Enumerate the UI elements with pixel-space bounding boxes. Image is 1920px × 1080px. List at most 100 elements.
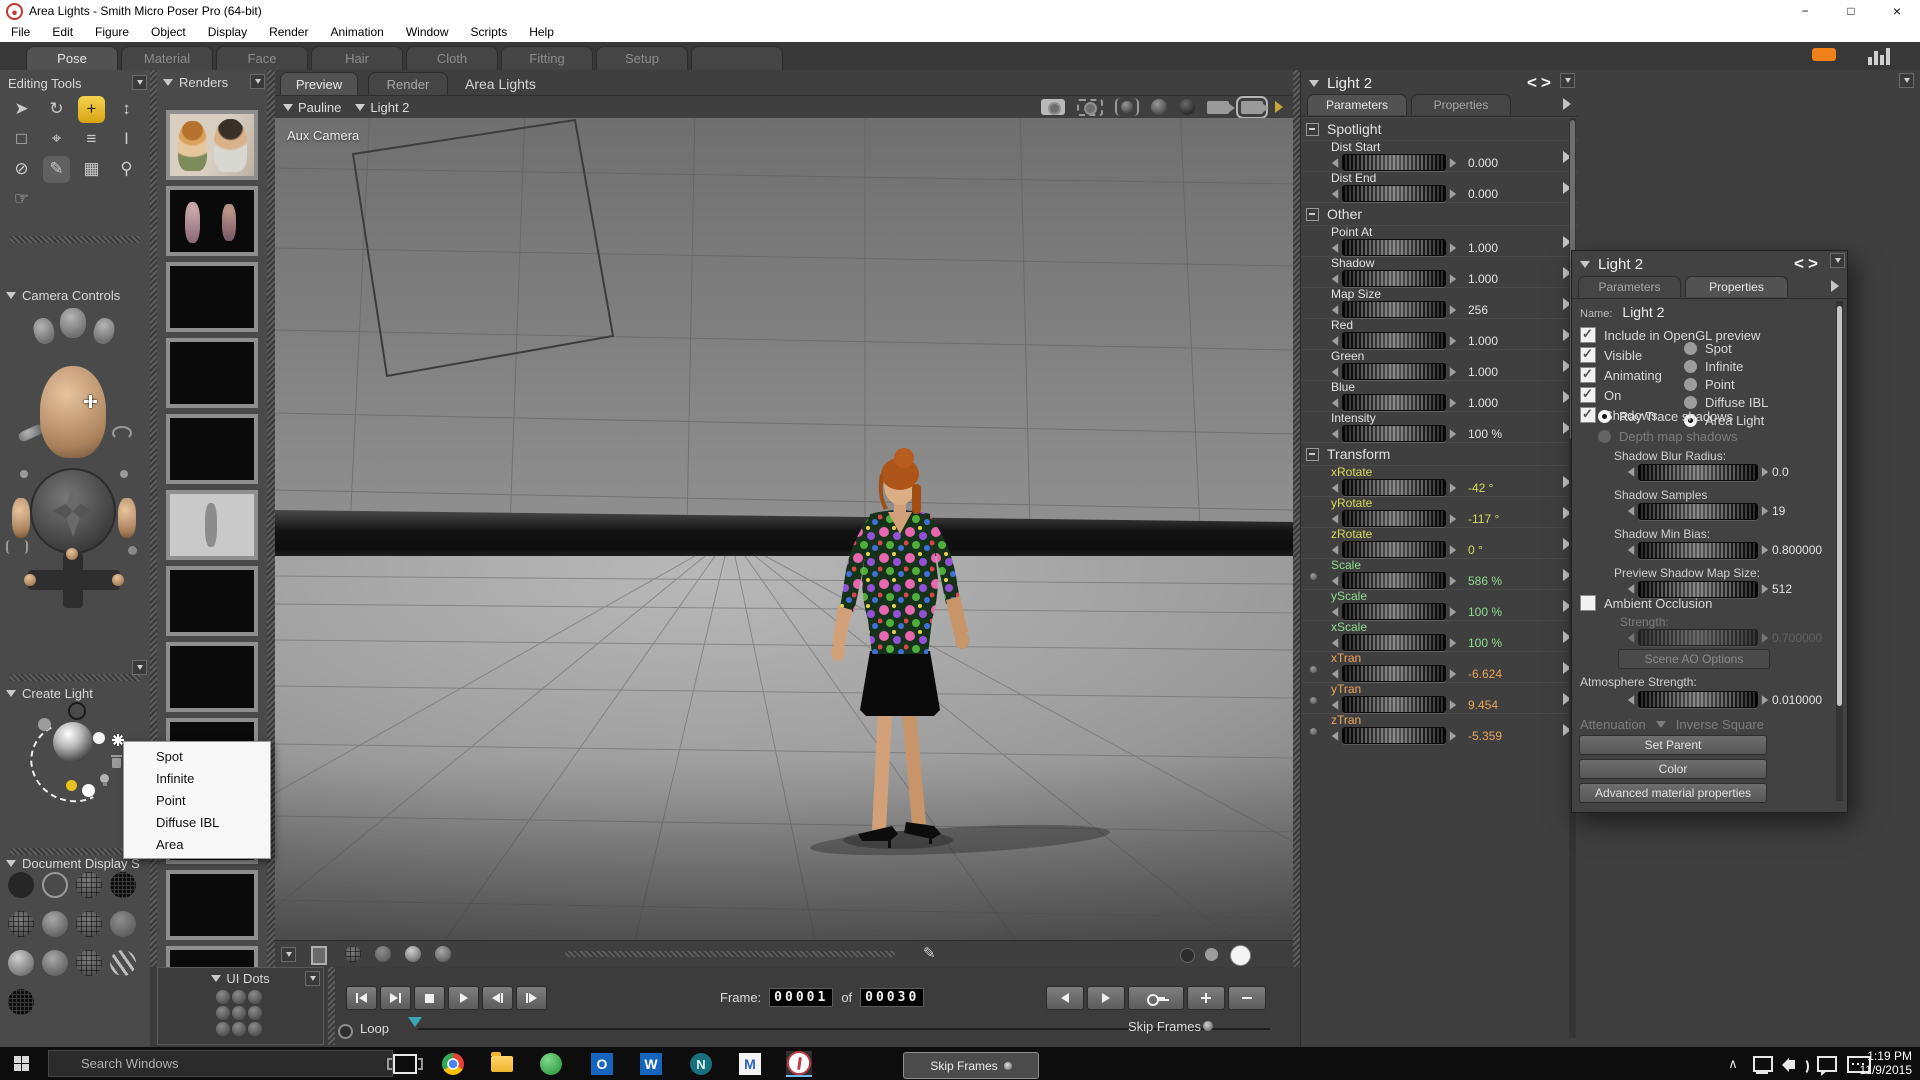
- room-tab[interactable]: Hair: [311, 46, 403, 70]
- window-control-button[interactable]: □: [1828, 0, 1874, 22]
- tab-properties[interactable]: Properties: [1685, 276, 1788, 297]
- parameter-dial[interactable]: [1342, 572, 1446, 589]
- tab-parameters[interactable]: Parameters: [1307, 94, 1407, 115]
- twist-tool[interactable]: ⌖: [43, 126, 70, 153]
- grouping-tool[interactable]: ☞: [8, 186, 35, 213]
- left-hand-camera-icon[interactable]: [31, 316, 57, 346]
- collapse-triangle-icon[interactable]: [1309, 80, 1319, 87]
- increment-arrow[interactable]: [1450, 514, 1456, 524]
- style-flat-shaded-icon[interactable]: [42, 911, 68, 937]
- increment-arrow[interactable]: [1450, 398, 1456, 408]
- mini-style-wire-icon[interactable]: [345, 946, 361, 962]
- style-hidden-line-icon[interactable]: [110, 872, 136, 898]
- render-thumbnail[interactable]: [166, 110, 258, 180]
- decrement-arrow[interactable]: [1332, 607, 1338, 617]
- tab-properties[interactable]: Properties: [1411, 94, 1511, 115]
- style-shadow-map-icon[interactable]: [76, 950, 102, 976]
- increment-arrow[interactable]: [1450, 669, 1456, 679]
- increment-arrow[interactable]: [1762, 695, 1768, 705]
- current-camera-icon[interactable]: [1241, 101, 1263, 114]
- tab-parameters[interactable]: Parameters: [1578, 276, 1681, 297]
- parameter-value[interactable]: 100 %: [1468, 636, 1502, 650]
- checkbox[interactable]: [1580, 407, 1596, 423]
- render-thumbnail[interactable]: [166, 870, 258, 940]
- previous-keyframe-button[interactable]: [1046, 986, 1084, 1010]
- decrement-arrow[interactable]: [1628, 633, 1634, 643]
- animation-camera-icon[interactable]: [1207, 101, 1229, 114]
- decrement-arrow[interactable]: [1628, 584, 1634, 594]
- decrement-arrow[interactable]: [1332, 398, 1338, 408]
- style-silhouette-icon[interactable]: [8, 872, 34, 898]
- teal-n-app-icon[interactable]: N: [688, 1051, 714, 1077]
- shadow-ball-icon[interactable]: [1151, 99, 1167, 115]
- attenuation-dropdown-icon[interactable]: [1656, 721, 1666, 728]
- network-icon[interactable]: [1750, 1051, 1776, 1077]
- light-bulb-icon[interactable]: [100, 774, 109, 783]
- left-hand-control-icon[interactable]: [12, 498, 30, 538]
- tab-render[interactable]: Render: [368, 72, 448, 95]
- parameter-value[interactable]: 0.000: [1468, 187, 1498, 201]
- head-camera-icon[interactable]: [60, 308, 86, 338]
- property-dial[interactable]: [1638, 542, 1758, 559]
- style-outline-icon[interactable]: [42, 872, 68, 898]
- go-first-frame-button[interactable]: [346, 986, 377, 1010]
- parameter-value[interactable]: -6.624: [1468, 667, 1502, 681]
- roll-camera-icon[interactable]: [112, 426, 132, 440]
- radio-button[interactable]: [1598, 410, 1611, 423]
- decrement-arrow[interactable]: [1332, 305, 1338, 315]
- parameter-dial[interactable]: [1342, 425, 1446, 442]
- prev-actor-icon[interactable]: <: [1527, 73, 1541, 92]
- collapse-box-icon[interactable]: [1306, 448, 1319, 461]
- renders-menu-button[interactable]: [250, 74, 265, 89]
- go-last-frame-button[interactable]: [380, 986, 411, 1010]
- parameter-value[interactable]: 100 %: [1468, 427, 1502, 441]
- viewport-right-handle[interactable]: [1293, 70, 1300, 967]
- ui-dot[interactable]: [232, 990, 246, 1004]
- room-tab[interactable]: Setup: [596, 46, 688, 70]
- decrement-arrow[interactable]: [1628, 695, 1634, 705]
- taper-tool[interactable]: ≡: [78, 126, 105, 153]
- menu-item[interactable]: Help: [518, 25, 565, 39]
- increment-arrow[interactable]: [1450, 638, 1456, 648]
- style-wireframe-icon[interactable]: [76, 872, 102, 898]
- decrement-arrow[interactable]: [1628, 545, 1634, 555]
- ui-dots-menu-button[interactable]: [305, 971, 320, 986]
- decrement-arrow[interactable]: [1332, 514, 1338, 524]
- light-ball-control[interactable]: [53, 722, 93, 762]
- next-actor-icon[interactable]: >: [1808, 254, 1822, 273]
- actor-dropdown-icon[interactable]: [355, 104, 365, 111]
- timeline-marker[interactable]: [408, 1017, 422, 1027]
- decrement-arrow[interactable]: [1332, 545, 1338, 555]
- context-menu-item[interactable]: Area: [124, 833, 270, 855]
- properties-scrollbar[interactable]: [1836, 301, 1843, 801]
- decrement-arrow[interactable]: [1628, 467, 1634, 477]
- parameters-menu-button[interactable]: [1560, 73, 1575, 88]
- poser-taskbar-icon[interactable]: [786, 1051, 812, 1077]
- orbit-light-icon[interactable]: [1115, 98, 1139, 116]
- menu-item[interactable]: Display: [197, 25, 258, 39]
- parameter-dial[interactable]: [1342, 332, 1446, 349]
- figure-dropdown-icon[interactable]: [283, 104, 293, 111]
- bg-color-dark-dot[interactable]: [1180, 948, 1195, 963]
- bg-color-white-dot[interactable]: [1230, 945, 1251, 966]
- slider-value[interactable]: 19: [1772, 504, 1785, 518]
- translate-in-out-tool[interactable]: ↕: [113, 96, 140, 123]
- increment-arrow[interactable]: [1450, 700, 1456, 710]
- menu-item[interactable]: File: [0, 25, 41, 39]
- loop-toggle[interactable]: [338, 1024, 353, 1039]
- parameter-value[interactable]: 1.000: [1468, 272, 1498, 286]
- current-frame-field[interactable]: 00001: [769, 988, 833, 1007]
- tray-chevron-icon[interactable]: ∧: [1720, 1051, 1746, 1077]
- radio-button[interactable]: [1684, 360, 1697, 373]
- decrement-arrow[interactable]: [1332, 429, 1338, 439]
- light-dot-bottom[interactable]: [82, 784, 95, 797]
- menu-item[interactable]: Edit: [41, 25, 84, 39]
- decrement-arrow[interactable]: [1332, 576, 1338, 586]
- parameter-dial[interactable]: [1342, 479, 1446, 496]
- decrement-arrow[interactable]: [1332, 483, 1338, 493]
- camera-dot[interactable]: [20, 470, 28, 478]
- increment-arrow[interactable]: [1450, 336, 1456, 346]
- decrement-arrow[interactable]: [1332, 336, 1338, 346]
- style-texture-shaded-icon[interactable]: [8, 989, 34, 1015]
- increment-arrow[interactable]: [1450, 158, 1456, 168]
